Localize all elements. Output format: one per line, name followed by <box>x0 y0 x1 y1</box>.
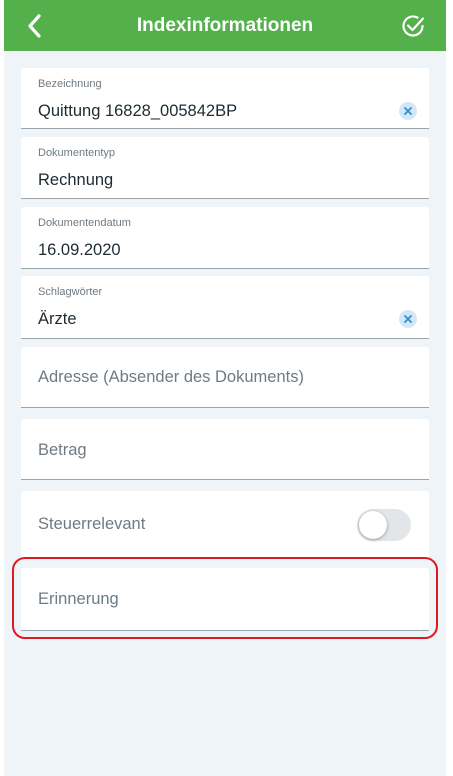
clear-icon[interactable] <box>399 310 417 328</box>
dokumentendatum-label: Dokumentendatum <box>38 217 131 229</box>
dokumententyp-label: Dokumententyp <box>38 147 116 159</box>
erinnerung-placeholder: Erinnerung <box>38 590 119 608</box>
check-circle-icon[interactable] <box>400 13 426 39</box>
bezeichnung-value: Quittung 16828_005842BP <box>38 102 238 120</box>
steuerrelevant-row: Steuerrelevant <box>21 491 429 558</box>
schlagwoerter-field[interactable]: Schlagwörter Ärzte <box>21 276 429 339</box>
dokumententyp-field[interactable]: Dokumententyp Rechnung <box>21 137 429 199</box>
steuerrelevant-toggle[interactable] <box>357 509 411 541</box>
toggle-knob <box>359 511 387 539</box>
steuerrelevant-label: Steuerrelevant <box>38 515 146 533</box>
betrag-placeholder: Betrag <box>38 441 87 459</box>
dokumentendatum-value: 16.09.2020 <box>38 241 121 259</box>
chevron-left-icon[interactable] <box>22 12 50 40</box>
dokumententyp-value: Rechnung <box>38 171 114 189</box>
schlagwoerter-label: Schlagwörter <box>38 286 103 298</box>
clear-icon[interactable] <box>399 102 417 120</box>
page-title: Indexinformationen <box>136 15 314 36</box>
bezeichnung-field[interactable]: Bezeichnung Quittung 16828_005842BP <box>21 68 429 129</box>
bezeichnung-label: Bezeichnung <box>38 78 102 90</box>
navigation-bar: Indexinformationen <box>4 0 446 51</box>
dokumentendatum-field[interactable]: Dokumentendatum 16.09.2020 <box>21 207 429 269</box>
erinnerung-field[interactable]: Erinnerung <box>21 568 429 631</box>
betrag-field[interactable]: Betrag <box>21 419 429 480</box>
adresse-placeholder: Adresse (Absender des Dokuments) <box>38 368 304 386</box>
adresse-field[interactable]: Adresse (Absender des Dokuments) <box>21 347 429 408</box>
schlagwoerter-value: Ärzte <box>38 310 77 328</box>
